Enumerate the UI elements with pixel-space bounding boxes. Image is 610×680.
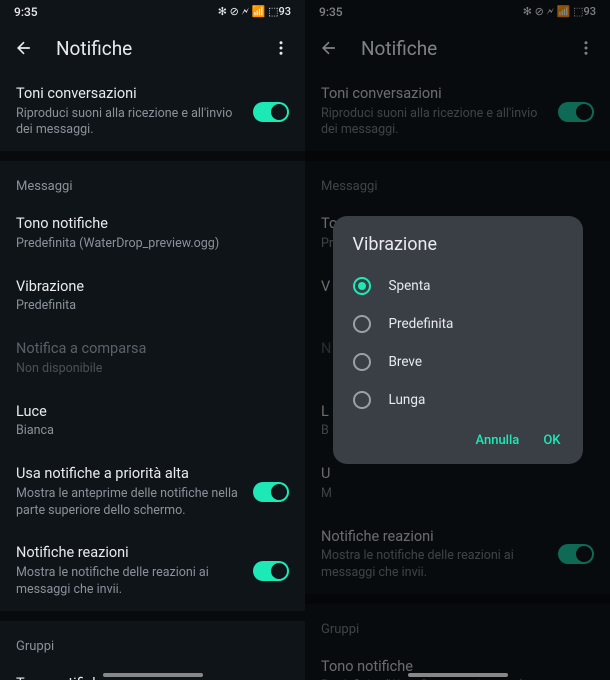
- notification-tone-row[interactable]: Tono notifiche Predefinita (WaterDrop_pr…: [0, 202, 305, 264]
- vibration-row[interactable]: Vibrazione Predefinita: [0, 265, 305, 327]
- high-priority-sub: Mostra le anteprime delle notifiche nell…: [16, 486, 241, 520]
- vibration-sub: Predefinita: [16, 298, 289, 315]
- page-title: Notifiche: [361, 37, 554, 60]
- group-tone-row[interactable]: Tono notifiche Predefinita (WaterDrop_pr…: [0, 662, 305, 680]
- conversation-tones-row[interactable]: Toni conversazioni Riproduci suoni alla …: [305, 72, 610, 151]
- vibration-title: Vibrazione: [16, 277, 289, 297]
- popup-row: Notifica a comparsa Non disponibile: [0, 327, 305, 389]
- conversation-tones-switch[interactable]: [253, 102, 289, 122]
- radio-icon: [353, 277, 371, 295]
- cancel-button[interactable]: Annulla: [475, 433, 519, 448]
- status-icons: ✻ ⊘ 🗲 📶 ⬚93: [523, 5, 596, 19]
- light-sub: Bianca: [16, 423, 289, 440]
- status-time: 9:35: [14, 5, 38, 19]
- light-title: Luce: [16, 402, 289, 422]
- radio-icon: [353, 315, 371, 333]
- conversation-tones-title: Toni conversazioni: [16, 84, 241, 104]
- conversation-tones-sub: Riproduci suoni alla ricezione e all'inv…: [16, 106, 241, 140]
- section-messaggi: Messaggi: [0, 161, 305, 202]
- reaction-notifications-row[interactable]: Notifiche reazioni Mostra le notifiche d…: [305, 515, 610, 594]
- ok-button[interactable]: OK: [543, 433, 560, 448]
- high-priority-row[interactable]: Usa notifiche a priorità alta Mostra le …: [0, 452, 305, 531]
- radio-icon: [353, 391, 371, 409]
- more-icon[interactable]: [269, 36, 293, 60]
- reaction-notifications-row[interactable]: Notifiche reazioni Mostra le notifiche d…: [0, 531, 305, 610]
- radio-option-breve[interactable]: Breve: [333, 343, 583, 381]
- status-icons: ✻ ⊘ 🗲 📶 ⬚93: [218, 5, 291, 19]
- dialog-title: Vibrazione: [333, 234, 583, 267]
- more-icon[interactable]: [574, 36, 598, 60]
- section-gruppi: Gruppi: [305, 604, 610, 645]
- status-bar: 9:35 ✻ ⊘ 🗲 📶 ⬚93: [305, 0, 610, 24]
- phone-right: 9:35 ✻ ⊘ 🗲 📶 ⬚93 Notifiche Toni conversa…: [305, 0, 610, 680]
- back-icon[interactable]: [12, 36, 36, 60]
- section-gruppi: Gruppi: [0, 621, 305, 662]
- section-messaggi: Messaggi: [305, 161, 610, 202]
- app-bar: Notifiche: [0, 24, 305, 72]
- radio-icon: [353, 353, 371, 371]
- phone-left: 9:35 ✻ ⊘ 🗲 📶 ⬚93 Notifiche Toni conversa…: [0, 0, 305, 680]
- high-priority-switch[interactable]: [253, 482, 289, 502]
- page-title: Notifiche: [56, 37, 249, 60]
- popup-title: Notifica a comparsa: [16, 339, 289, 359]
- radio-option-spenta[interactable]: Spenta: [333, 267, 583, 305]
- nav-pill[interactable]: [103, 673, 203, 677]
- nav-pill[interactable]: [408, 673, 508, 677]
- reaction-notifications-sub: Mostra le notifiche delle reazioni ai me…: [16, 565, 241, 599]
- reaction-notifications-switch[interactable]: [253, 561, 289, 581]
- settings-list: Toni conversazioni Riproduci suoni alla …: [0, 72, 305, 680]
- high-priority-title: Usa notifiche a priorità alta: [16, 464, 241, 484]
- radio-option-predefinita[interactable]: Predefinita: [333, 305, 583, 343]
- radio-option-lunga[interactable]: Lunga: [333, 381, 583, 419]
- notification-tone-sub: Predefinita (WaterDrop_preview.ogg): [16, 236, 289, 253]
- conversation-tones-switch[interactable]: [558, 102, 594, 122]
- conversation-tones-row[interactable]: Toni conversazioni Riproduci suoni alla …: [0, 72, 305, 151]
- light-row[interactable]: Luce Bianca: [0, 390, 305, 452]
- reaction-notifications-switch[interactable]: [558, 544, 594, 564]
- notification-tone-title: Tono notifiche: [16, 214, 289, 234]
- dialog-actions: Annulla OK: [333, 419, 583, 456]
- status-bar: 9:35 ✻ ⊘ 🗲 📶 ⬚93: [0, 0, 305, 24]
- popup-sub: Non disponibile: [16, 361, 289, 378]
- back-icon[interactable]: [317, 36, 341, 60]
- status-time: 9:35: [319, 5, 343, 19]
- vibration-dialog: Vibrazione Spenta Predefinita Breve Lung…: [333, 216, 583, 464]
- app-bar: Notifiche: [305, 24, 610, 72]
- reaction-notifications-title: Notifiche reazioni: [16, 543, 241, 563]
